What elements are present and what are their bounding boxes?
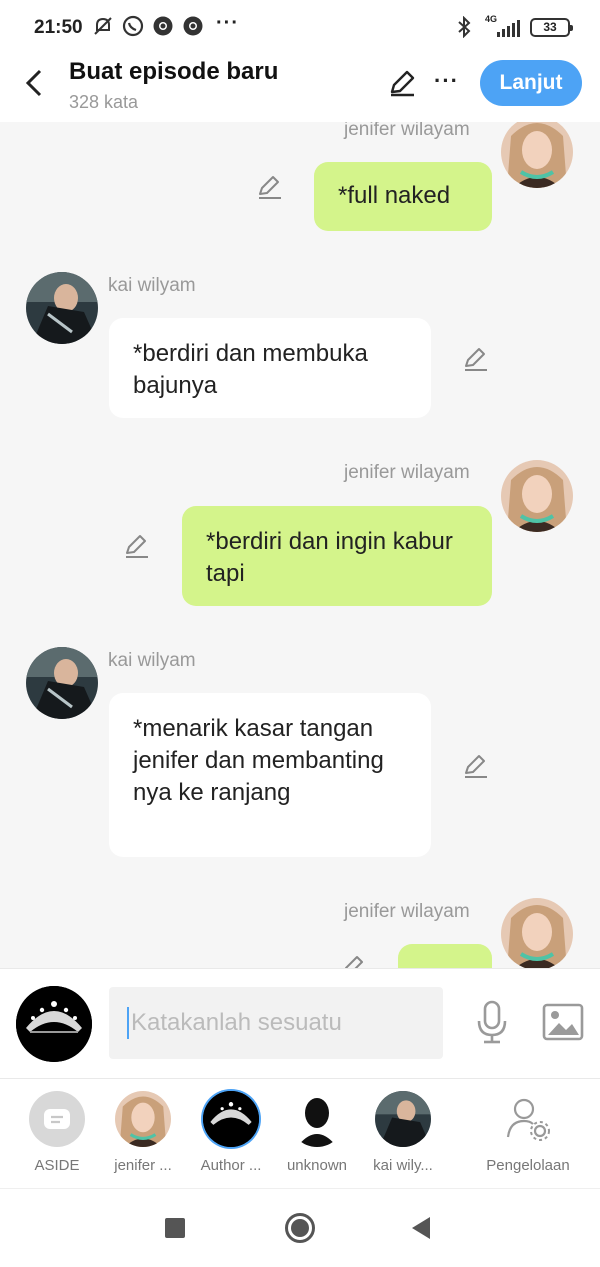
- character-kai[interactable]: kai wily...: [358, 1091, 448, 1174]
- page-title: Buat episode baru: [69, 58, 279, 85]
- current-speaker-avatar[interactable]: [16, 986, 92, 1062]
- sender-name: jenifer wilayam: [344, 901, 470, 922]
- sender-name: kai wilyam: [108, 650, 196, 671]
- sender-name: kai wilyam: [108, 275, 196, 296]
- back-icon[interactable]: [412, 1217, 430, 1239]
- muted-alarm-icon: [92, 15, 114, 37]
- tiara-avatar: [203, 1091, 259, 1147]
- edit-message-icon[interactable]: [462, 753, 490, 781]
- message-bubble[interactable]: *berdiri dan membuka bajunya: [109, 318, 431, 418]
- message-bubble[interactable]: *full naked: [314, 162, 492, 231]
- sender-name: jenifer wilayam: [344, 462, 470, 483]
- word-count: 328 kata: [69, 92, 139, 112]
- avatar-kai: [375, 1091, 431, 1147]
- edit-message-icon[interactable]: [462, 346, 490, 374]
- recent-apps-icon[interactable]: [165, 1218, 185, 1238]
- silhouette-avatar: [289, 1091, 345, 1147]
- message-bubble[interactable]: *menarik kasar tangan jenifer dan memban…: [109, 693, 431, 857]
- edit-message-icon[interactable]: [340, 954, 368, 968]
- aside-icon: [29, 1091, 85, 1147]
- notification-icons: ···: [92, 11, 239, 37]
- avatar-kai[interactable]: [26, 647, 98, 719]
- avatar-jenifer[interactable]: [501, 460, 573, 532]
- battery-indicator: 33: [530, 17, 573, 37]
- avatar-kai[interactable]: [26, 272, 98, 344]
- back-arrow-icon[interactable]: [20, 66, 50, 100]
- character-label: Pengelolaan: [486, 1157, 570, 1174]
- character-label: jenifer ...: [114, 1157, 172, 1174]
- avatar-jenifer[interactable]: [501, 898, 573, 968]
- image-upload-icon[interactable]: [542, 1003, 584, 1041]
- chrome-icon: [182, 15, 204, 37]
- character-label: Author ...: [200, 1157, 262, 1174]
- chat-area[interactable]: jenifer wilayam *full naked kai wilyam *…: [0, 122, 600, 968]
- more-notifications-icon: ···: [216, 11, 239, 34]
- character-label: kai wily...: [373, 1157, 433, 1174]
- character-jenifer[interactable]: jenifer ...: [98, 1091, 188, 1174]
- next-button[interactable]: Lanjut: [480, 60, 582, 106]
- status-bar: 21:50 ··· 4G 33: [0, 0, 600, 56]
- message-bubble[interactable]: *berdiri dan ingin kabur tapi: [182, 506, 492, 606]
- more-options-icon[interactable]: ···: [434, 68, 459, 94]
- character-unknown[interactable]: unknown: [272, 1091, 362, 1174]
- manage-characters[interactable]: Pengelolaan: [478, 1091, 578, 1174]
- network-type: 4G: [485, 14, 498, 24]
- app-header: Buat episode baru 328 kata ··· Lanjut: [0, 56, 600, 122]
- character-author[interactable]: Author ...: [186, 1091, 276, 1174]
- character-aside[interactable]: ASIDE: [12, 1091, 102, 1174]
- signal-icon: 4G: [485, 14, 520, 37]
- character-label: ASIDE: [34, 1157, 80, 1174]
- home-icon[interactable]: [285, 1213, 315, 1243]
- user-settings-icon: [500, 1091, 556, 1147]
- message-bubble[interactable]: [398, 944, 492, 968]
- whatsapp-icon: [122, 15, 144, 37]
- character-selector: ASIDE jenifer ... Author ... unknown kai…: [0, 1078, 600, 1188]
- status-time: 21:50: [34, 17, 83, 38]
- bluetooth-icon: [453, 16, 475, 38]
- message-input[interactable]: Katakanlah sesuatu: [109, 987, 443, 1059]
- sender-name: jenifer wilayam: [344, 122, 470, 140]
- avatar-jenifer: [115, 1091, 171, 1147]
- message-composer: Katakanlah sesuatu: [0, 968, 600, 1078]
- microphone-icon[interactable]: [474, 999, 510, 1045]
- message-input-placeholder: Katakanlah sesuatu: [131, 1009, 342, 1036]
- edit-message-icon[interactable]: [256, 174, 284, 202]
- system-icons: 4G 33: [453, 14, 573, 38]
- chrome-icon: [152, 15, 174, 37]
- avatar-jenifer[interactable]: [501, 122, 573, 188]
- text-caret: [127, 1007, 129, 1039]
- character-label: unknown: [286, 1157, 348, 1174]
- system-nav-bar: [0, 1188, 600, 1267]
- edit-message-icon[interactable]: [123, 533, 151, 561]
- edit-title-icon[interactable]: [387, 68, 417, 98]
